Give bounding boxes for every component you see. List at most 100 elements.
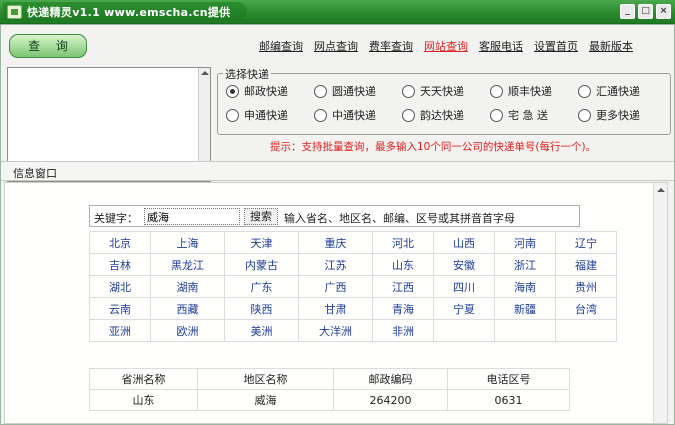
result-areacode: 0631: [447, 389, 570, 411]
radio-icon[interactable]: [490, 84, 503, 98]
nav-outlet-query[interactable]: 网点查询: [314, 38, 358, 54]
region-link[interactable]: 山东: [372, 253, 434, 276]
region-empty-cell: [433, 319, 495, 342]
title-area: 快递精灵v1.1 www.emscha.cn提供: [3, 2, 247, 21]
nav-service-phone[interactable]: 客服电话: [479, 38, 523, 54]
region-link[interactable]: 广西: [298, 275, 373, 298]
region-row: 吉林 黑龙江 内蒙古 江苏 山东 安徽 浙江 福建: [89, 253, 617, 276]
result-header-row: 省洲名称 地区名称 邮政编码 电话区号: [89, 368, 570, 390]
keyword-label: 关键字：: [94, 212, 138, 225]
region-link[interactable]: 内蒙古: [224, 253, 299, 276]
radio-huitong[interactable]: 汇通快递: [578, 83, 666, 99]
region-link[interactable]: 陕西: [224, 297, 299, 320]
keyword-search-bar: 关键字： 搜索 输入省名、地区名、邮编、区号或其拼音首字母: [89, 205, 580, 227]
radio-zto[interactable]: 中通快递: [314, 107, 402, 123]
region-link[interactable]: 甘肃: [298, 297, 373, 320]
region-link[interactable]: 湖南: [150, 275, 225, 298]
maximize-button[interactable]: □: [638, 4, 653, 19]
region-link[interactable]: 山西: [433, 231, 495, 254]
region-grid: 北京 上海 天津 重庆 河北 山西 河南 辽宁 吉林 黑龙江 内蒙古 江苏 山东…: [89, 231, 617, 342]
info-scrollbar[interactable]: [653, 183, 667, 423]
result-header-areacode: 电话区号: [447, 368, 570, 390]
region-link[interactable]: 河南: [494, 231, 556, 254]
nav-rate-query[interactable]: 费率查询: [369, 38, 413, 54]
region-link[interactable]: 安徽: [433, 253, 495, 276]
region-link[interactable]: 亚洲: [89, 319, 151, 342]
search-button[interactable]: 搜索: [244, 208, 278, 225]
info-window-header: 信息窗口: [1, 161, 674, 181]
main-panel: 查 询 邮编查询 网点查询 费率查询 网站查询 客服电话 设置首页 最新版本 选…: [0, 24, 675, 425]
query-button[interactable]: 查 询: [9, 34, 87, 58]
region-link[interactable]: 江苏: [298, 253, 373, 276]
nav-set-homepage[interactable]: 设置首页: [534, 38, 578, 54]
region-link[interactable]: 黑龙江: [150, 253, 225, 276]
app-icon: [7, 4, 22, 19]
radio-yto[interactable]: 圆通快递: [314, 83, 402, 99]
region-link[interactable]: 北京: [89, 231, 151, 254]
region-link[interactable]: 广东: [224, 275, 299, 298]
window-controls: _ □ ×: [620, 4, 671, 19]
region-link[interactable]: 上海: [150, 231, 225, 254]
region-link[interactable]: 辽宁: [555, 231, 617, 254]
region-link[interactable]: 新疆: [494, 297, 556, 320]
nav-latest-version[interactable]: 最新版本: [589, 38, 633, 54]
region-link[interactable]: 河北: [372, 231, 434, 254]
radio-icon[interactable]: [578, 84, 591, 98]
radio-icon[interactable]: [402, 108, 415, 122]
radio-checked-icon[interactable]: [226, 84, 239, 98]
radio-sf[interactable]: 顺丰快递: [490, 83, 578, 99]
region-link[interactable]: 湖北: [89, 275, 151, 298]
minimize-button[interactable]: _: [620, 4, 635, 19]
result-header-area: 地区名称: [197, 368, 334, 390]
region-row: 北京 上海 天津 重庆 河北 山西 河南 辽宁: [89, 231, 617, 254]
nav-website-query[interactable]: 网站查询: [424, 38, 468, 54]
radio-tiantian[interactable]: 天天快递: [402, 83, 490, 99]
region-link[interactable]: 美洲: [224, 319, 299, 342]
radio-sto[interactable]: 申通快递: [226, 107, 314, 123]
keyword-hint: 输入省名、地区名、邮编、区号或其拼音首字母: [284, 212, 515, 225]
result-province: 山东: [89, 389, 198, 411]
radio-icon[interactable]: [314, 84, 327, 98]
radio-icon[interactable]: [490, 108, 503, 122]
radio-zjs[interactable]: 宅 急 送: [490, 107, 578, 123]
region-link[interactable]: 重庆: [298, 231, 373, 254]
result-header-postcode: 邮政编码: [333, 368, 448, 390]
region-link[interactable]: 青海: [372, 297, 434, 320]
region-link[interactable]: 台湾: [555, 297, 617, 320]
express-select-group: 选择快递 邮政快递 圆通快递 天天快递 顺丰快递 汇通快递 申通快递 中通快递 …: [217, 66, 671, 135]
region-row: 亚洲 欧洲 美洲 大洋洲 非洲: [89, 319, 617, 342]
table-row: 山东 威海 264200 0631: [89, 389, 570, 411]
region-link[interactable]: 贵州: [555, 275, 617, 298]
radio-yunda[interactable]: 韵达快递: [402, 107, 490, 123]
region-link[interactable]: 福建: [555, 253, 617, 276]
close-button[interactable]: ×: [656, 4, 671, 19]
region-link[interactable]: 吉林: [89, 253, 151, 276]
region-link[interactable]: 宁夏: [433, 297, 495, 320]
region-link[interactable]: 浙江: [494, 253, 556, 276]
region-link[interactable]: 天津: [224, 231, 299, 254]
region-link[interactable]: 大洋洲: [298, 319, 373, 342]
region-empty-cell: [555, 319, 617, 342]
region-link[interactable]: 四川: [433, 275, 495, 298]
info-window-title: 信息窗口: [13, 167, 57, 180]
radio-icon[interactable]: [402, 84, 415, 98]
window-title: 快递精灵v1.1 www.emscha.cn提供: [27, 5, 231, 19]
info-window-body: 关键字： 搜索 输入省名、地区名、邮编、区号或其拼音首字母 北京 上海 天津 重…: [4, 182, 668, 424]
region-link[interactable]: 海南: [494, 275, 556, 298]
scroll-up-icon[interactable]: [657, 188, 665, 192]
nav-postcode-query[interactable]: 邮编查询: [259, 38, 303, 54]
express-select-legend: 选择快递: [223, 66, 271, 82]
radio-icon[interactable]: [226, 108, 239, 122]
region-link[interactable]: 非洲: [372, 319, 434, 342]
region-link[interactable]: 欧洲: [150, 319, 225, 342]
region-link[interactable]: 云南: [89, 297, 151, 320]
radio-ems[interactable]: 邮政快递: [226, 83, 314, 99]
radio-more[interactable]: 更多快递: [578, 107, 666, 123]
radio-icon[interactable]: [314, 108, 327, 122]
region-link[interactable]: 江西: [372, 275, 434, 298]
keyword-input[interactable]: [144, 208, 240, 225]
radio-icon[interactable]: [578, 108, 591, 122]
scroll-up-icon[interactable]: [201, 71, 209, 75]
region-link[interactable]: 西藏: [150, 297, 225, 320]
top-nav: 邮编查询 网点查询 费率查询 网站查询 客服电话 设置首页 最新版本: [259, 38, 644, 54]
